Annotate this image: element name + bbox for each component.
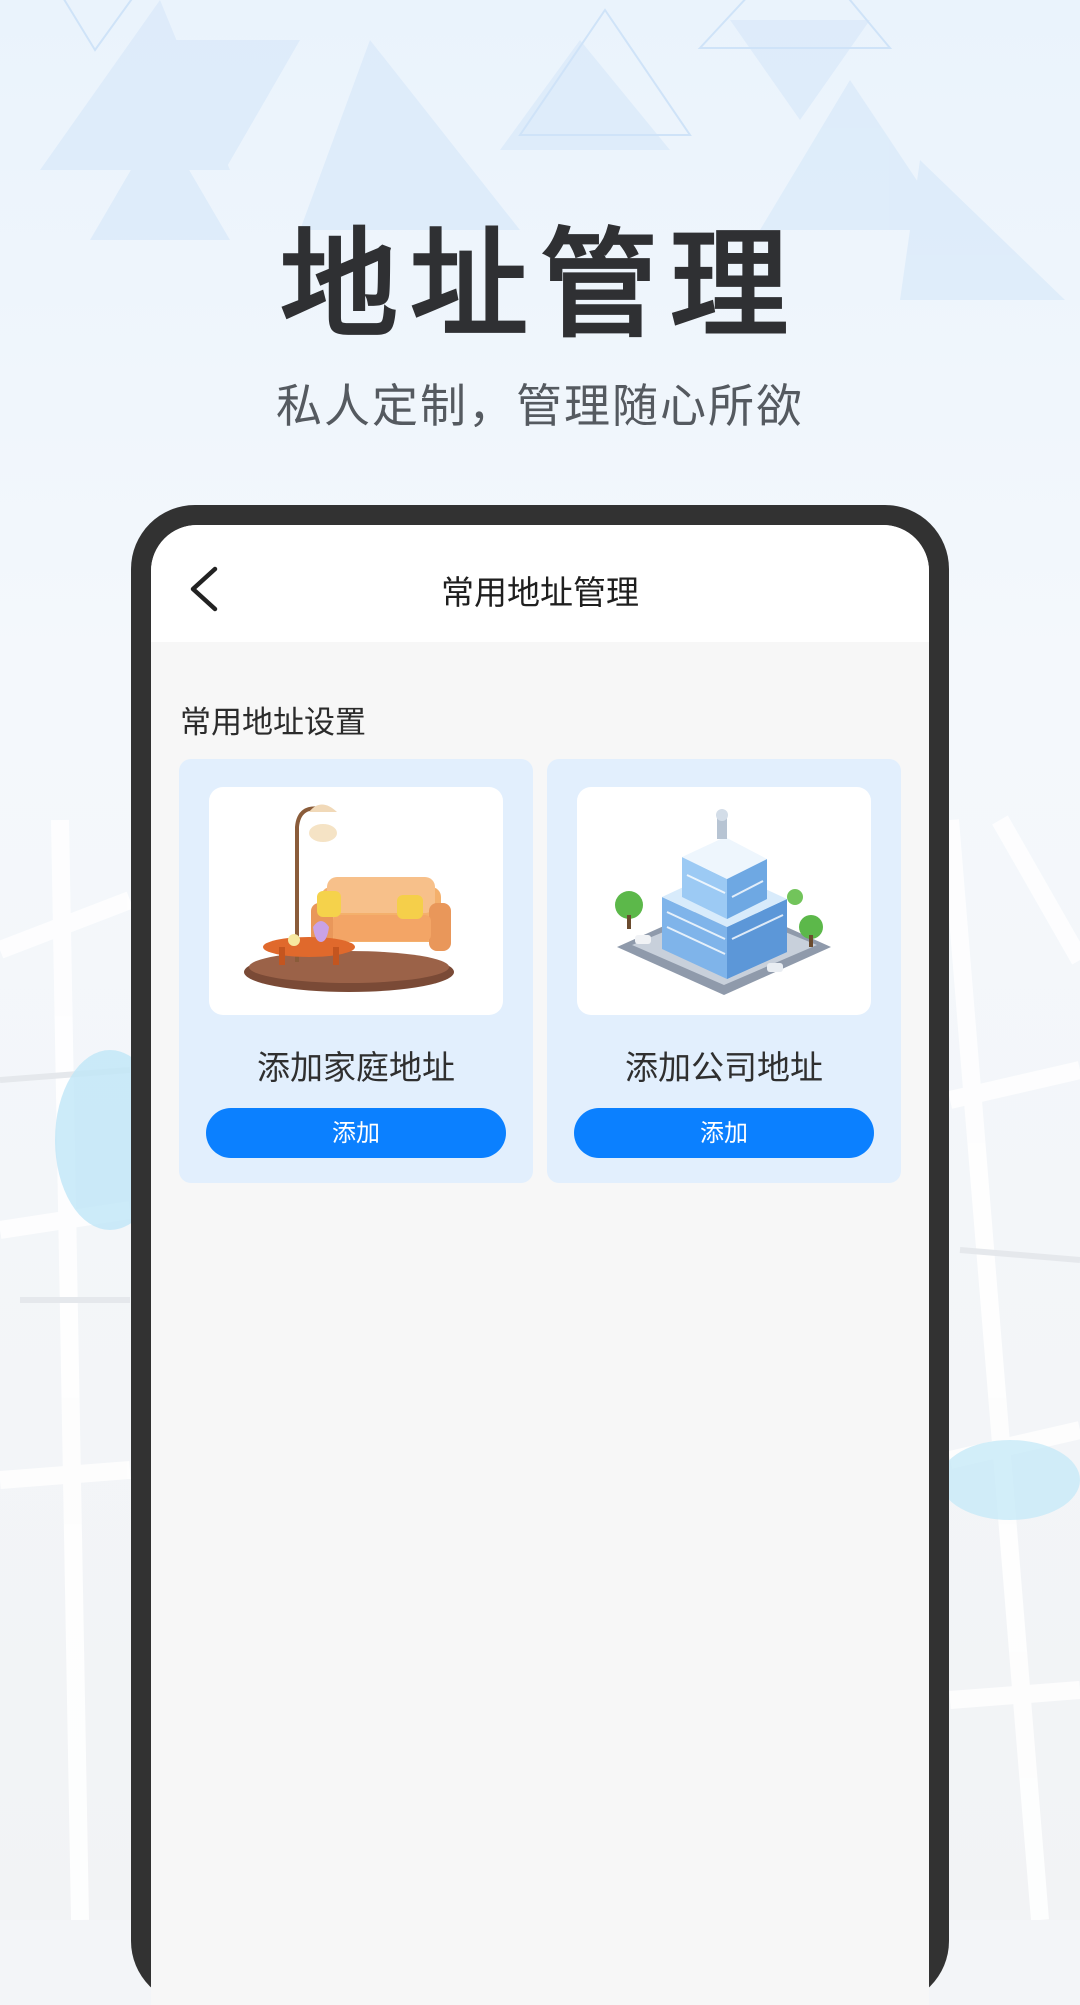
nav-bar: 常用地址管理 <box>151 525 929 642</box>
home-address-card: 添加家庭地址 添加 <box>179 759 533 1183</box>
phone-frame: 常用地址管理 常用地址设置 添加家庭地址 添加 添加公司地址 添加 <box>131 505 949 2005</box>
office-address-card: 添加公司地址 添加 <box>547 759 901 1183</box>
hero-subtitle: 私人定制，管理随心所欲 <box>276 379 804 433</box>
section-title: 常用地址设置 <box>180 705 366 741</box>
sofa-illustration-icon <box>209 787 503 1015</box>
add-home-address-button[interactable]: 添加 <box>206 1108 506 1158</box>
phone-screen: 常用地址管理 常用地址设置 添加家庭地址 添加 添加公司地址 添加 <box>151 525 929 2005</box>
office-card-label: 添加公司地址 <box>625 1048 823 1087</box>
office-building-illustration-icon <box>577 787 871 1015</box>
nav-title: 常用地址管理 <box>441 573 639 612</box>
chevron-left-icon <box>190 566 218 612</box>
home-card-label: 添加家庭地址 <box>257 1048 455 1087</box>
add-office-address-button[interactable]: 添加 <box>574 1108 874 1158</box>
hero-title: 地址管理 <box>279 216 800 354</box>
back-button[interactable] <box>179 561 235 617</box>
